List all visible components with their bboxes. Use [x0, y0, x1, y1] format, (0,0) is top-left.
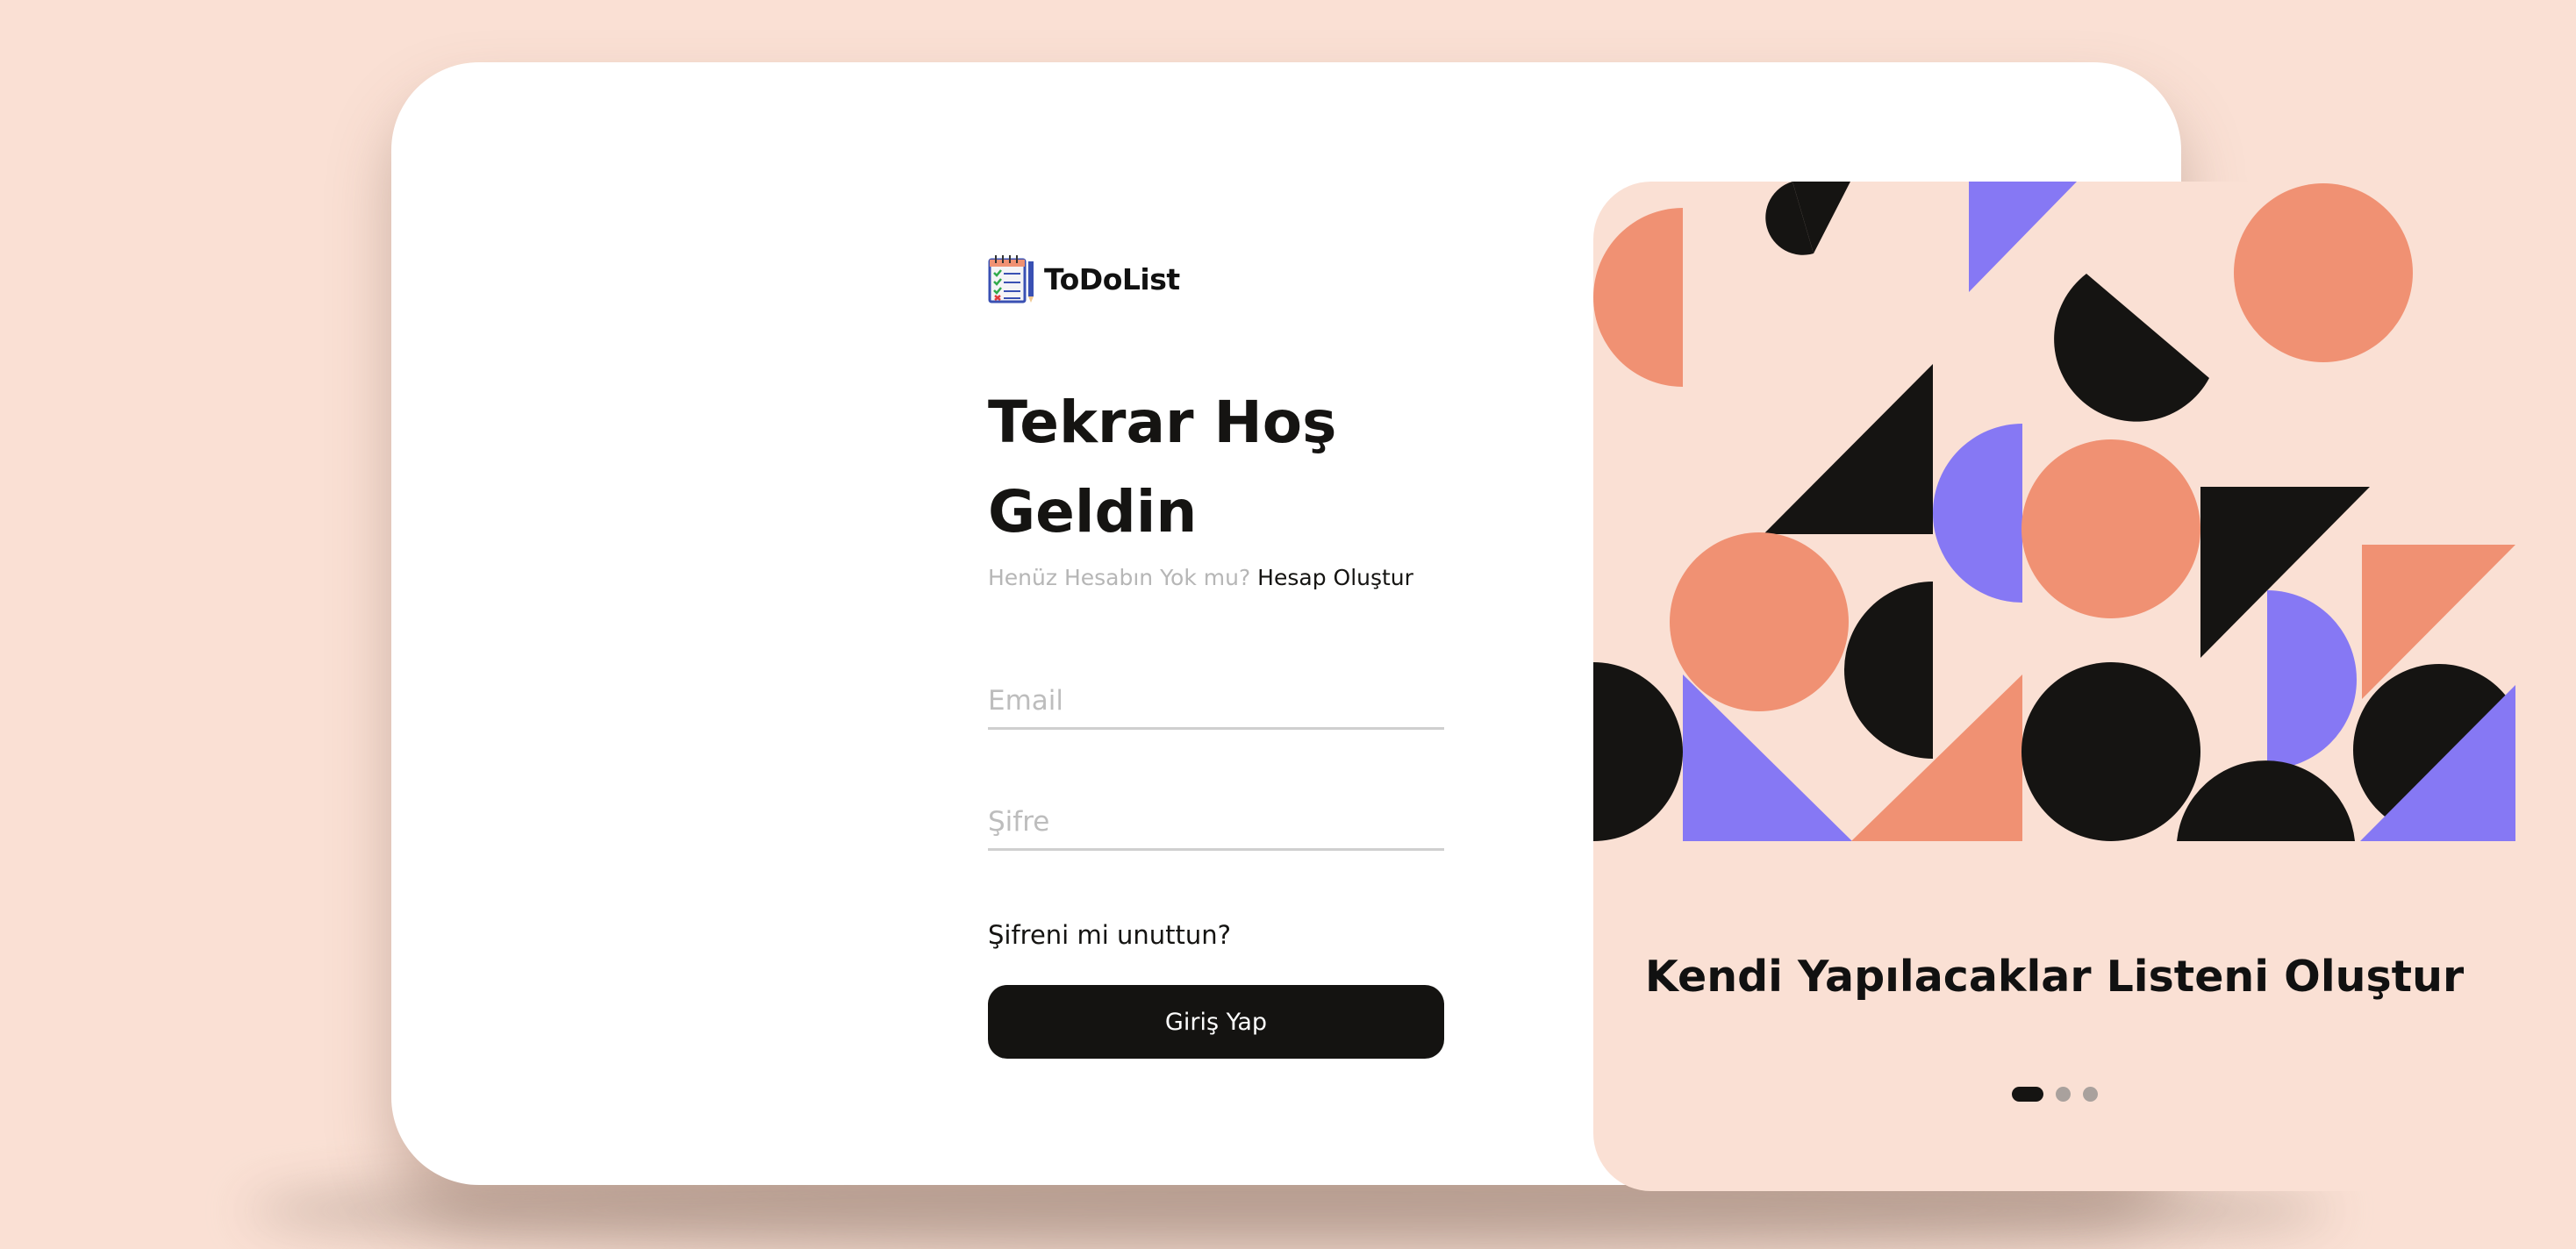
create-account-link[interactable]: Hesap Oluştur [1257, 565, 1413, 590]
no-account-text: Henüz Hesabın Yok mu? [988, 565, 1251, 590]
carousel-indicators [1593, 1087, 2515, 1102]
carousel-dot-1[interactable] [2011, 1087, 2043, 1102]
notepad-checklist-icon [988, 255, 1034, 303]
carousel-dot-2[interactable] [2055, 1087, 2071, 1102]
email-field-wrapper [988, 685, 1444, 730]
carousel-dot-3[interactable] [2082, 1087, 2098, 1102]
hero-carousel: Kendi Yapılacaklar Listeni Oluştur [1593, 182, 2515, 1191]
email-input[interactable] [988, 685, 1444, 727]
brand-name: ToDoList [1044, 261, 1180, 296]
password-input[interactable] [988, 806, 1444, 848]
signup-prompt: Henüz Hesabın Yok mu? Hesap Oluştur [988, 565, 1413, 590]
hero-title: Kendi Yapılacaklar Listeni Oluştur [1644, 952, 2465, 1002]
geometric-pattern-illustration [1593, 182, 2515, 841]
password-field-wrapper [988, 806, 1444, 851]
login-button[interactable]: Giriş Yap [988, 985, 1444, 1059]
page-title: Tekrar Hoş Geldin [988, 389, 1337, 546]
brand-logo[interactable]: ToDoList [988, 253, 1180, 304]
login-card: ToDoList Tekrar Hoş Geldin Henüz Hesabın… [391, 62, 2515, 1191]
forgot-password-link[interactable]: Şifreni mi unuttun? [988, 920, 1231, 950]
